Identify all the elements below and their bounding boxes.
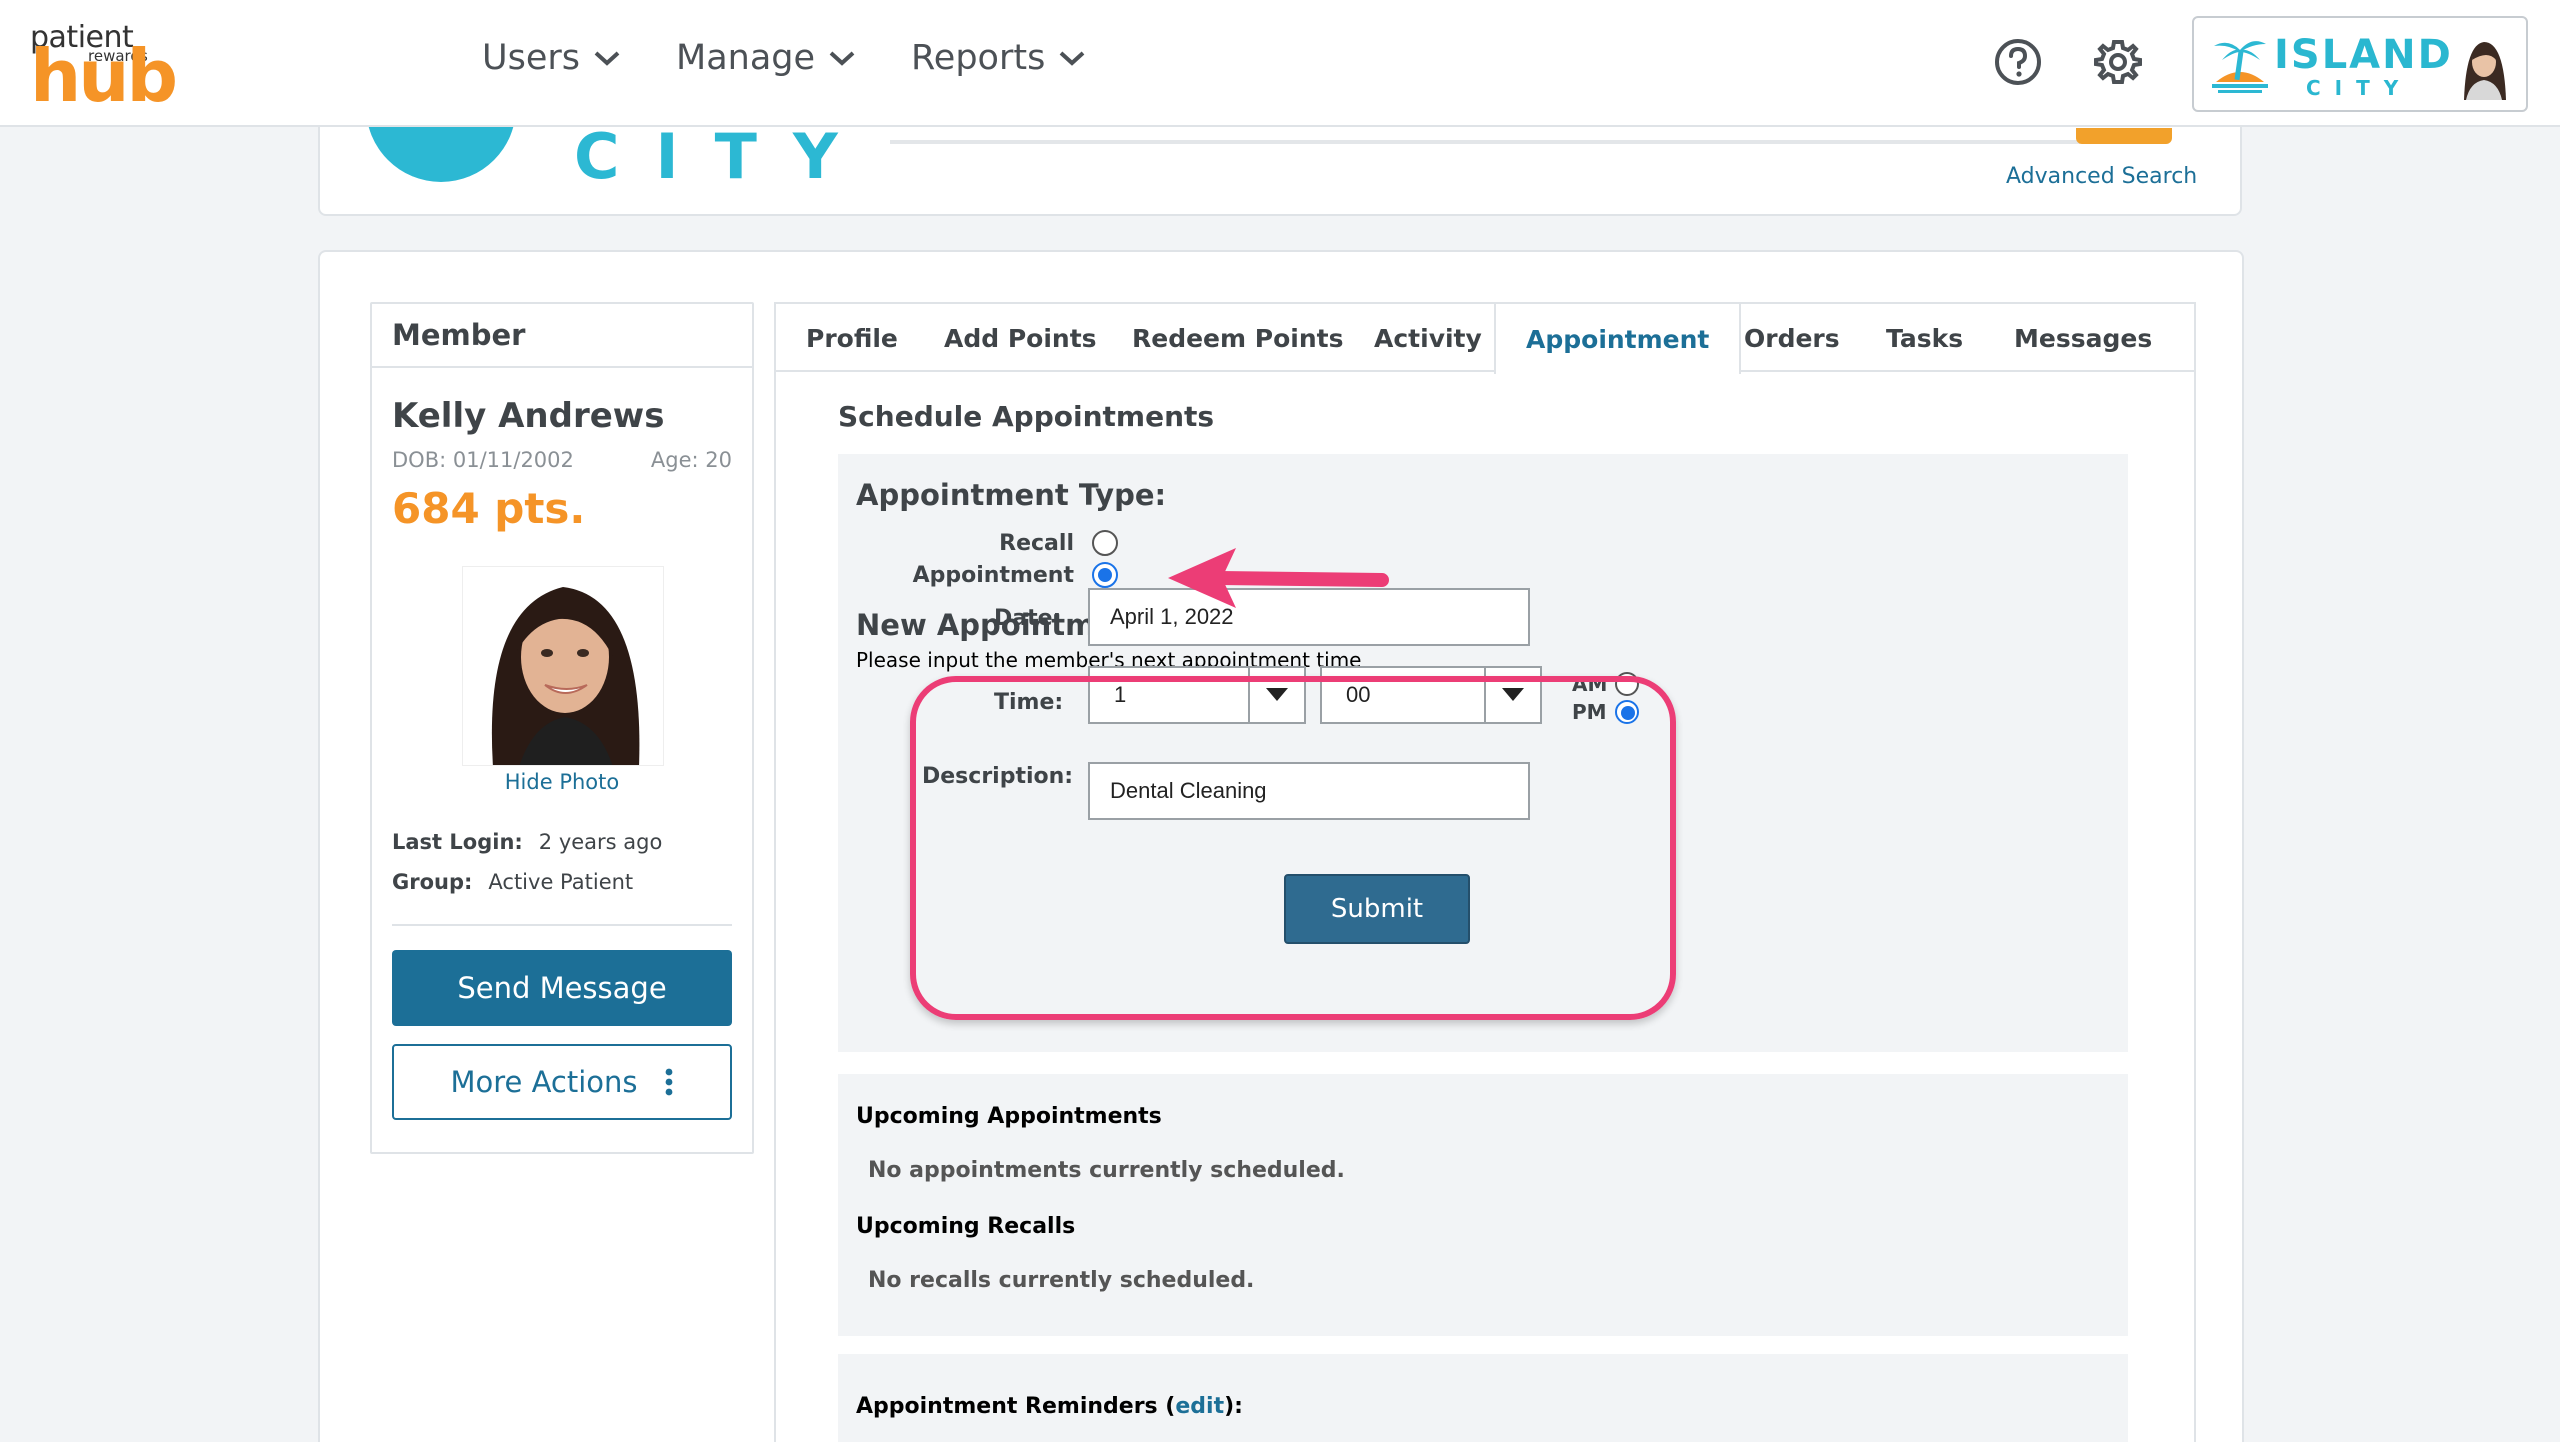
gear-icon[interactable] <box>2092 36 2144 88</box>
minute-select[interactable]: 00 <box>1320 666 1542 724</box>
nav-users-label: Users <box>482 38 581 78</box>
description-input-value: Dental Cleaning <box>1110 778 1267 803</box>
more-actions-button[interactable]: More Actions <box>392 1044 732 1120</box>
date-label: Date: <box>994 606 1062 631</box>
tab-bar: Profile Add Points Redeem Points Activit… <box>776 304 2194 374</box>
group-value: Active Patient <box>488 870 634 894</box>
group-label: Group: <box>392 870 473 894</box>
appointment-option: Appointment <box>913 562 1118 588</box>
member-panel: Member Kelly Andrews DOB: 01/11/2002 Age… <box>370 302 754 1154</box>
reminders-heading-prefix: Appointment Reminders ( <box>856 1394 1176 1419</box>
member-detail-card: Member Kelly Andrews DOB: 01/11/2002 Age… <box>318 250 2244 1442</box>
member-age: Age: 20 <box>650 448 732 472</box>
caret-down-icon <box>1502 688 1524 701</box>
minute-select-value: 00 <box>1346 682 1371 707</box>
appointment-type-heading: Appointment Type: <box>856 478 1167 512</box>
am-label: AM <box>1572 672 1608 696</box>
appointment-reminders-section: Appointment Reminders (edit): <box>838 1354 2128 1442</box>
reminders-edit-link[interactable]: edit <box>1175 1394 1224 1419</box>
tab-orders[interactable]: Orders <box>1744 304 1840 372</box>
tab-activity[interactable]: Activity <box>1374 304 1482 372</box>
member-divider <box>392 924 732 926</box>
nav-reports-dropdown[interactable]: Reports <box>911 38 1087 78</box>
tab-profile[interactable]: Profile <box>806 304 898 372</box>
am-option: AM <box>1572 672 1640 696</box>
practice-account-switcher[interactable]: ISLAND CITY <box>2192 16 2528 112</box>
tab-redeem-points[interactable]: Redeem Points <box>1132 304 1343 372</box>
send-message-label: Send Message <box>457 971 667 1005</box>
upcoming-appointments-empty: No appointments currently scheduled. <box>868 1158 1345 1183</box>
user-avatar <box>2452 30 2516 100</box>
appointment-label: Appointment <box>912 562 1074 588</box>
member-points: 684 pts. <box>392 484 586 533</box>
tab-appointment[interactable]: Appointment <box>1494 304 1742 374</box>
pm-option: PM <box>1572 700 1639 724</box>
time-label: Time: <box>994 690 1064 715</box>
more-actions-label: More Actions <box>450 1065 638 1099</box>
brand-word-island: ISLAND <box>2274 32 2453 78</box>
hour-select[interactable]: 1 <box>1088 666 1306 724</box>
tab-messages[interactable]: Messages <box>2014 304 2152 372</box>
member-name: Kelly Andrews <box>392 396 665 436</box>
appointment-form-panel: Appointment Type: Recall Appointment New… <box>838 454 2128 1052</box>
annotation-arrow-icon <box>1168 548 1389 608</box>
reminders-heading-suffix: ): <box>1224 1394 1243 1419</box>
upcoming-appointments-heading: Upcoming Appointments <box>856 1104 1162 1129</box>
help-icon[interactable] <box>1992 36 2044 88</box>
description-label: Description: <box>922 764 1074 789</box>
hide-photo-link[interactable]: Hide Photo <box>372 770 752 794</box>
chevron-down-icon <box>1059 51 1085 66</box>
nav-manage-dropdown[interactable]: Manage <box>676 38 857 78</box>
top-nav: patient rewards hub Users Manage Reports <box>0 0 2560 127</box>
pm-radio[interactable] <box>1614 700 1639 724</box>
am-radio[interactable] <box>1615 672 1640 696</box>
group-row: Group: Active Patient <box>392 870 633 894</box>
tab-add-points[interactable]: Add Points <box>944 304 1097 372</box>
member-panel-heading: Member <box>372 304 752 368</box>
nav-reports-label: Reports <box>911 38 1046 78</box>
kebab-menu-icon <box>665 1068 672 1096</box>
hour-select-value: 1 <box>1114 682 1127 707</box>
pm-label: PM <box>1572 700 1607 724</box>
last-login-row: Last Login: 2 years ago <box>392 830 662 854</box>
minute-select-arrow <box>1484 668 1540 722</box>
schedule-appointments-title: Schedule Appointments <box>838 400 1215 433</box>
member-photo <box>462 566 664 766</box>
hour-select-arrow <box>1248 668 1304 722</box>
description-input[interactable]: Dental Cleaning <box>1088 762 1530 820</box>
last-login-label: Last Login: <box>392 830 523 854</box>
nav-users-dropdown[interactable]: Users <box>482 38 622 78</box>
member-photo-image <box>463 567 663 765</box>
appointment-radio[interactable] <box>1092 562 1118 588</box>
member-search-input[interactable] <box>890 140 2080 144</box>
chevron-down-icon <box>594 51 620 66</box>
tab-tasks[interactable]: Tasks <box>1886 304 1963 372</box>
practice-logo-city-text: CITY <box>574 120 874 193</box>
main-menu: Users Manage Reports <box>482 38 1087 78</box>
upcoming-recalls-empty: No recalls currently scheduled. <box>868 1268 1255 1293</box>
appointment-reminders-heading: Appointment Reminders (edit): <box>856 1394 1243 1419</box>
upcoming-recalls-heading: Upcoming Recalls <box>856 1214 1076 1239</box>
nav-manage-label: Manage <box>676 38 816 78</box>
patient-rewards-hub-logo[interactable]: patient rewards hub <box>30 20 178 112</box>
member-dob: DOB: 01/11/2002 <box>392 448 574 472</box>
recall-label: Recall <box>999 530 1074 556</box>
advanced-search-link[interactable]: Advanced Search <box>2006 164 2197 189</box>
upcoming-section: Upcoming Appointments No appointments cu… <box>838 1074 2128 1336</box>
search-button[interactable] <box>2076 128 2172 144</box>
chevron-down-icon <box>829 51 855 66</box>
caret-down-icon <box>1266 688 1288 701</box>
last-login-value: 2 years ago <box>538 830 663 854</box>
member-tabs-panel: Profile Add Points Redeem Points Activit… <box>774 302 2196 1442</box>
recall-radio[interactable] <box>1092 530 1118 556</box>
logo-text-hub: hub <box>30 34 178 118</box>
submit-appointment-button[interactable]: Submit <box>1284 874 1470 944</box>
submit-label: Submit <box>1330 894 1424 924</box>
brand-word-city: CITY <box>2306 76 2413 100</box>
recall-option: Recall <box>999 530 1118 556</box>
palm-tree-island-icon <box>2212 41 2268 93</box>
send-message-button[interactable]: Send Message <box>392 950 732 1026</box>
